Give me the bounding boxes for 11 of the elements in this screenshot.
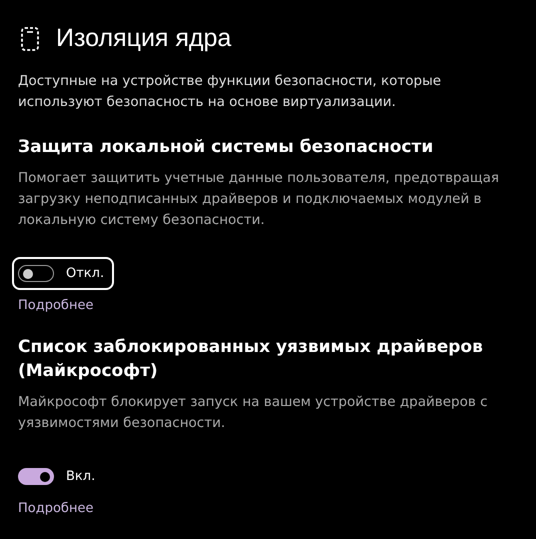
section-description: Помогает защитить учетные данные пользователя, предотвращая загрузку неподписанных драйверов и подключаемых модулей в локальную систему безопасности. [18, 169, 500, 230]
page-description: Доступные на устройстве функции безопасности, которые используют безопасность на основе виртуализации. [18, 72, 442, 112]
learn-more-link[interactable]: Подробнее [18, 298, 518, 313]
section-heading: Список заблокированных уязвимых драйверов (Майкрософт) [18, 336, 484, 383]
toggle-switch[interactable]: Откл. [12, 257, 114, 290]
learn-more-link[interactable]: Подробнее [18, 501, 518, 516]
page-title: Изоляция ядра [56, 24, 232, 53]
section-description: Майкрософт блокирует запуск на вашем устройстве драйверов с уязвимостями безопасности. [18, 393, 489, 433]
toggle-switch[interactable]: Вкл. [12, 460, 106, 493]
device-icon [20, 26, 40, 52]
section-heading: Защита локальной системы безопасности [18, 136, 434, 159]
